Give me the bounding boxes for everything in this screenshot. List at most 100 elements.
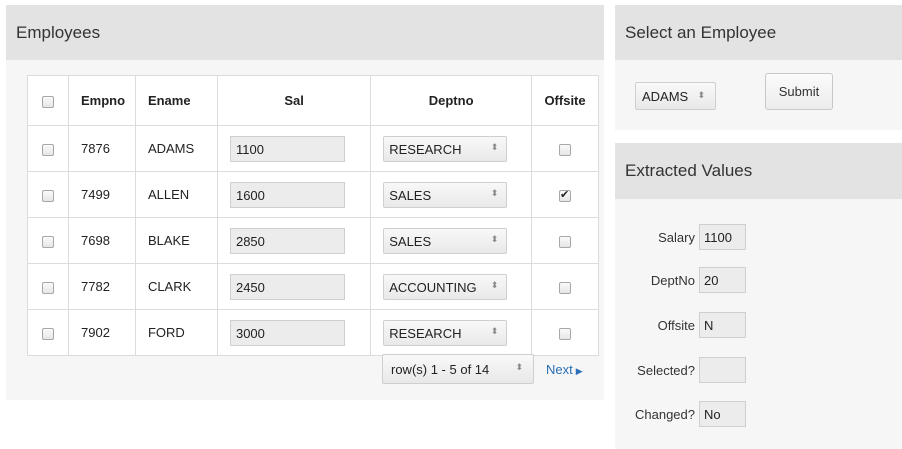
offsite-checkbox[interactable] (559, 235, 572, 248)
column-header-empno[interactable]: Empno (68, 75, 136, 126)
select-arrows-icon: ⬍ (490, 280, 499, 291)
extracted-values-title: Extracted Values (615, 143, 902, 199)
row-select-checkbox[interactable] (42, 143, 54, 156)
deptno-label: DeptNo (650, 272, 695, 288)
offsite-checkbox[interactable] (559, 281, 572, 294)
submit-button[interactable]: Submit (765, 73, 833, 110)
deptno-select[interactable]: ACCOUNTING ⬍ (383, 273, 508, 300)
offsite-cell (531, 263, 599, 310)
ename-cell: FORD (134, 309, 218, 356)
extracted-row-selected: Selected? (615, 357, 746, 383)
select-arrows-icon: ⬍ (490, 326, 499, 337)
employees-grid: Empno Ename Sal Deptno Offsite 7876 ADAMS… (26, 75, 599, 356)
row-select-checkbox[interactable] (42, 189, 54, 202)
deptno-cell: RESEARCH ⬍ (370, 125, 533, 172)
sal-cell: 2450 (216, 263, 372, 310)
table-row: 7499 ALLEN 1600 SALES ⬍ (26, 171, 599, 218)
changed-field[interactable]: No (699, 401, 746, 427)
salary-input[interactable]: 3000 (229, 319, 345, 346)
salary-input[interactable]: 1600 (229, 181, 345, 208)
offsite-label: Offsite (657, 317, 695, 333)
table-row: 7876 ADAMS 1100 RESEARCH ⬍ (26, 125, 599, 172)
column-header-sal[interactable]: Sal (216, 75, 372, 126)
row-select-cell (26, 217, 70, 264)
table-row: 7782 CLARK 2450 ACCOUNTING ⬍ (26, 263, 599, 310)
row-select-checkbox[interactable] (42, 235, 54, 248)
selected-label: Selected? (637, 362, 695, 378)
extracted-row-salary: Salary 1100 (615, 224, 746, 250)
column-header-offsite[interactable]: Offsite (531, 75, 599, 126)
employee-select[interactable]: ADAMS ⬍ (635, 82, 716, 110)
empno-cell: 7876 (68, 125, 136, 172)
offsite-cell (531, 171, 599, 218)
row-select-cell (26, 171, 70, 218)
selected-field[interactable] (699, 357, 746, 383)
triangle-right-icon: ▶ (575, 366, 583, 377)
select-arrows-icon: ⬍ (490, 142, 499, 153)
sal-cell: 1600 (216, 171, 372, 218)
deptno-cell: RESEARCH ⬍ (370, 309, 533, 356)
row-select-cell (26, 309, 70, 356)
empno-cell: 7902 (68, 309, 136, 356)
employees-title: Employees (6, 5, 604, 60)
select-arrows-icon: ⬍ (490, 234, 499, 245)
select-all-checkbox[interactable] (42, 95, 54, 108)
deptno-cell: ACCOUNTING ⬍ (370, 263, 533, 310)
deptno-select[interactable]: RESEARCH ⬍ (383, 135, 508, 162)
ename-cell: ALLEN (134, 171, 218, 218)
employees-region: Employees Empno Ename Sal Deptno Offsite… (6, 5, 604, 400)
deptno-select-value: ACCOUNTING (389, 279, 477, 295)
offsite-checkbox[interactable] (559, 143, 572, 156)
sal-cell: 3000 (216, 309, 372, 356)
row-select-checkbox[interactable] (42, 327, 54, 340)
salary-field[interactable]: 1100 (699, 224, 746, 250)
salary-input[interactable]: 1100 (229, 135, 345, 162)
row-select-cell (26, 125, 70, 172)
table-row: 7698 BLAKE 2850 SALES ⬍ (26, 217, 599, 264)
offsite-checkbox[interactable] (559, 327, 572, 340)
pagination-select[interactable]: row(s) 1 - 5 of 14 ⬍ (382, 354, 534, 384)
column-header-ename[interactable]: Ename (134, 75, 218, 126)
offsite-cell (531, 309, 599, 356)
offsite-checkbox[interactable] (559, 188, 572, 202)
deptno-select-value: RESEARCH (389, 325, 462, 341)
empno-cell: 7499 (68, 171, 136, 218)
select-arrows-icon: ⬍ (515, 363, 523, 373)
deptno-cell: SALES ⬍ (370, 171, 533, 218)
select-employee-region: Select an Employee ADAMS ⬍ Submit (615, 5, 902, 130)
select-arrows-icon: ⬍ (490, 188, 499, 199)
offsite-field[interactable]: N (699, 312, 746, 338)
empno-cell: 7698 (68, 217, 136, 264)
employee-select-value: ADAMS (642, 89, 689, 104)
row-select-cell (26, 263, 70, 310)
ename-cell: CLARK (134, 263, 218, 310)
offsite-cell (531, 217, 599, 264)
select-arrows-icon: ⬍ (697, 91, 705, 101)
salary-label: Salary (658, 229, 695, 245)
deptno-cell: SALES ⬍ (370, 217, 533, 264)
ename-cell: BLAKE (134, 217, 218, 264)
extracted-values-region: Extracted Values Salary 1100 DeptNo 20 O… (615, 143, 902, 449)
sal-cell: 1100 (216, 125, 372, 172)
next-label: Next (546, 361, 573, 377)
deptno-select-value: RESEARCH (389, 141, 462, 157)
next-page-link[interactable]: Next ▶ (546, 362, 583, 377)
deptno-field[interactable]: 20 (699, 267, 746, 293)
row-select-checkbox[interactable] (42, 281, 54, 294)
offsite-cell (531, 125, 599, 172)
empno-cell: 7782 (68, 263, 136, 310)
salary-input[interactable]: 2450 (229, 273, 345, 300)
pagination-range: row(s) 1 - 5 of 14 (391, 362, 490, 377)
salary-input[interactable]: 2850 (229, 227, 345, 254)
pagination: row(s) 1 - 5 of 14 ⬍ Next ▶ (382, 354, 583, 384)
table-row: 7902 FORD 3000 RESEARCH ⬍ (26, 309, 599, 356)
deptno-select-value: SALES (389, 233, 432, 249)
extracted-row-changed: Changed? No (615, 401, 746, 427)
deptno-select[interactable]: SALES ⬍ (383, 181, 508, 208)
sal-cell: 2850 (216, 217, 372, 264)
column-header-deptno[interactable]: Deptno (370, 75, 533, 126)
deptno-select[interactable]: RESEARCH ⬍ (383, 319, 508, 346)
deptno-select[interactable]: SALES ⬍ (383, 227, 508, 254)
ename-cell: ADAMS (134, 125, 218, 172)
grid-header-row: Empno Ename Sal Deptno Offsite (26, 75, 599, 126)
